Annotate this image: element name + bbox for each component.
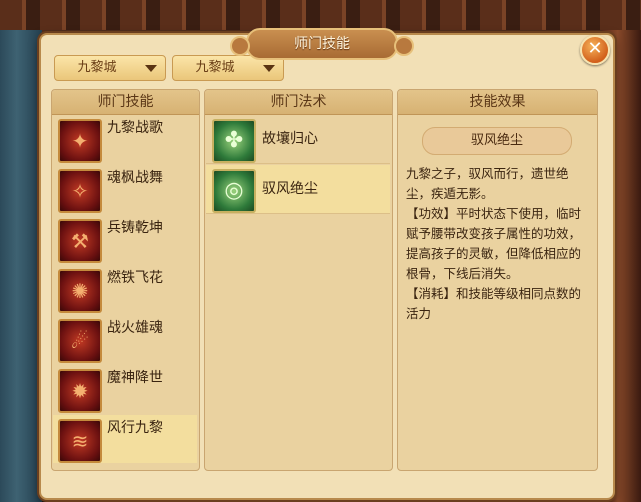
battle-song-icon: ✦ [58, 119, 102, 163]
skill-item[interactable]: ≋ 风行九黎 [53, 415, 197, 463]
chevron-down-icon [145, 65, 157, 72]
close-button[interactable]: ✕ [580, 35, 610, 65]
spiral-icon: ✤ [212, 119, 256, 163]
skill-label: 魂枫战舞 [107, 170, 163, 186]
sect-dropdown-2-value: 九黎城 [195, 60, 235, 75]
demon-god-icon: ✹ [58, 369, 102, 413]
wind-walk-icon: ≋ [58, 419, 102, 463]
war-fire-icon: ☄ [58, 319, 102, 363]
skill-label: 九黎战歌 [107, 120, 163, 136]
effect-description: 九黎之子，驭风而行，遗世绝尘，疾遁无影。 【功效】平时状态下使用，临时赋予腰带改… [406, 164, 590, 324]
sect-skills-panel: 师门技能 ✦ 九黎战歌 ✧ 魂枫战舞 ⚒ 兵铸乾坤 ✺ 燃铁飞花 ☄ 战火雄魂 ✹ 魔神降世 ≋ 风行九黎 [51, 89, 200, 471]
skill-label: 风行九黎 [107, 420, 163, 436]
effect-desc-line: 九黎之子，驭风而行，遗世绝尘，疾遁无影。 [406, 166, 569, 201]
skill-item[interactable]: ☄ 战火雄魂 [53, 315, 197, 363]
effect-desc-line: 【消耗】和技能等级相同点数的活力 [406, 286, 582, 321]
roof-beam [0, 0, 641, 30]
spell-label: 驭风绝尘 [262, 181, 318, 197]
spell-label: 故壤归心 [262, 131, 318, 147]
spell-item[interactable]: ✤ 故壤归心 [206, 115, 390, 164]
skill-item[interactable]: ✧ 魂枫战舞 [53, 165, 197, 213]
skill-label: 兵铸乾坤 [107, 220, 163, 236]
skill-item[interactable]: ✦ 九黎战歌 [53, 115, 197, 163]
close-icon: ✕ [587, 38, 603, 59]
chevron-down-icon [263, 65, 275, 72]
skill-label: 魔神降世 [107, 370, 163, 386]
whirlwind-icon: ◎ [212, 169, 256, 213]
sect-dropdown-1-value: 九黎城 [77, 60, 117, 75]
window-title: 师门技能 [230, 28, 414, 60]
skill-effect-panel: 技能效果 驭风绝尘 九黎之子，驭风而行，遗世绝尘，疾遁无影。 【功效】平时状态下… [397, 89, 598, 471]
sect-skills-header: 师门技能 [52, 90, 199, 115]
sect-spells-header: 师门法术 [205, 90, 392, 115]
sect-dropdown-1[interactable]: 九黎城 [54, 55, 166, 81]
sect-spells-panel: 师门法术 ✤ 故壤归心 ◎ 驭风绝尘 [204, 89, 393, 471]
burning-iron-icon: ✺ [58, 269, 102, 313]
spell-item[interactable]: ◎ 驭风绝尘 [206, 165, 390, 214]
skill-label: 燃铁飞花 [107, 270, 163, 286]
skill-label: 战火雄魂 [107, 320, 163, 336]
skill-item[interactable]: ✹ 魔神降世 [53, 365, 197, 413]
left-pillar [0, 30, 42, 502]
skill-item[interactable]: ✺ 燃铁飞花 [53, 265, 197, 313]
effect-desc-line: 【功效】平时状态下使用，临时赋予腰带改变孩子属性的功效，提高孩子的灵敏，但降低相… [406, 206, 582, 281]
effect-skill-name: 驭风绝尘 [422, 127, 572, 155]
forge-icon: ⚒ [58, 219, 102, 263]
skill-item[interactable]: ⚒ 兵铸乾坤 [53, 215, 197, 263]
skill-effect-header: 技能效果 [398, 90, 597, 115]
maple-dance-icon: ✧ [58, 169, 102, 213]
